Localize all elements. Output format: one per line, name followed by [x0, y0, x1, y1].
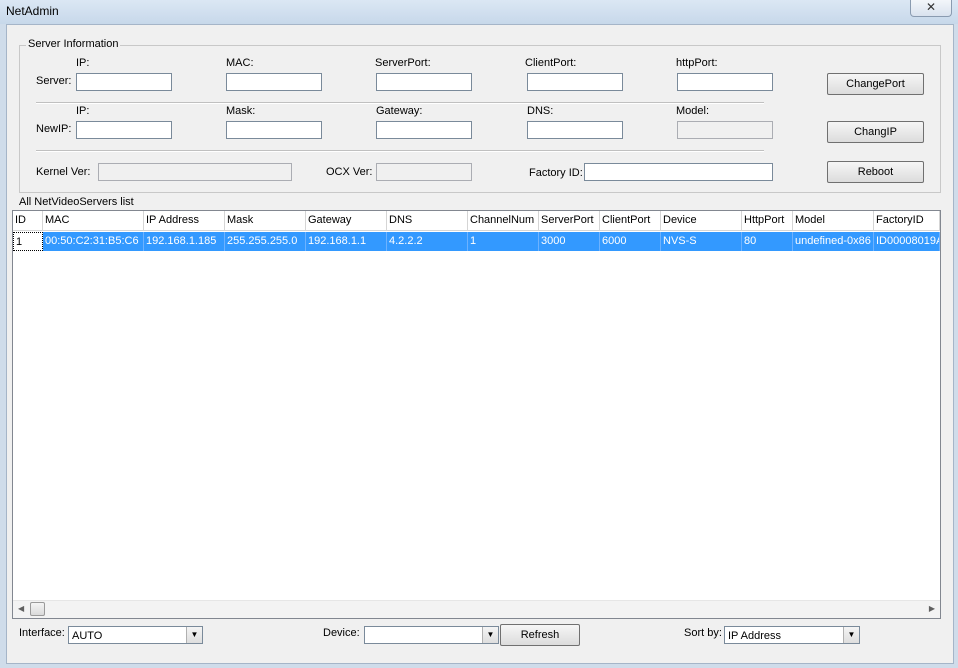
scroll-left-icon[interactable]: ◀	[18, 604, 24, 613]
kernel-ver-field	[98, 163, 292, 181]
change-ip-button[interactable]: ChangIP	[827, 121, 924, 143]
ocx-ver-label: OCX Ver:	[326, 166, 373, 178]
cell-id: 1	[13, 232, 43, 251]
title-bar: NetAdmin ✕	[0, 0, 958, 24]
col-model[interactable]: Model	[793, 211, 874, 231]
col-gateway[interactable]: Gateway	[306, 211, 387, 231]
cell-device: NVS-S	[661, 232, 742, 251]
server-ip-field[interactable]	[76, 73, 172, 91]
col-mask[interactable]: Mask	[225, 211, 306, 231]
window-title: NetAdmin	[6, 4, 59, 18]
cell-ip-address: 192.168.1.185	[144, 232, 225, 251]
col-channel-num[interactable]: ChannelNum	[468, 211, 539, 231]
kernel-ver-label: Kernel Ver:	[36, 166, 91, 178]
server-row-label: Server:	[36, 75, 72, 87]
server-list-header: ID MAC IP Address Mask Gateway DNS Chann…	[13, 211, 940, 231]
col-mac[interactable]: MAC	[43, 211, 144, 231]
server-mac-field[interactable]	[226, 73, 322, 91]
cell-dns: 4.2.2.2	[387, 232, 468, 251]
col-http-port[interactable]: HttpPort	[742, 211, 793, 231]
interface-label: Interface:	[19, 627, 65, 639]
refresh-button[interactable]: Refresh	[500, 624, 580, 646]
ocx-ver-field	[376, 163, 472, 181]
sortby-label: Sort by:	[684, 627, 722, 639]
col-id[interactable]: ID	[13, 211, 43, 231]
server-information-group: Server Information IP: MAC: ServerPort: …	[19, 38, 941, 193]
col-factory-id[interactable]: FactoryID	[874, 211, 940, 231]
sortby-value: IP Address	[728, 630, 781, 642]
device-label: Device:	[323, 627, 360, 639]
interface-value: AUTO	[72, 630, 103, 642]
client-port-label: ClientPort:	[525, 57, 577, 69]
server-mac-label: MAC:	[226, 57, 254, 69]
model-label: Model:	[676, 105, 710, 117]
reboot-button[interactable]: Reboot	[827, 161, 924, 183]
server-list-caption: All NetVideoServers list	[19, 196, 134, 208]
cell-mask: 255.255.255.0	[225, 232, 306, 251]
mask-field[interactable]	[226, 121, 322, 139]
http-port-field[interactable]	[677, 73, 773, 91]
newip-row-label: NewIP:	[36, 123, 72, 135]
col-server-port[interactable]: ServerPort	[539, 211, 600, 231]
cell-gateway: 192.168.1.1	[306, 232, 387, 251]
scrollbar-thumb[interactable]	[30, 602, 45, 616]
server-ip-label: IP:	[76, 57, 90, 69]
change-port-button[interactable]: ChangePort	[827, 73, 924, 95]
client-port-field[interactable]	[527, 73, 623, 91]
separator-1	[36, 102, 764, 104]
cell-server-port: 3000	[539, 232, 600, 251]
cell-http-port: 80	[742, 232, 793, 251]
chevron-down-icon[interactable]: ▼	[843, 627, 859, 643]
cell-channel-num: 1	[468, 232, 539, 251]
dns-label: DNS:	[527, 105, 554, 117]
chevron-down-icon[interactable]: ▼	[482, 627, 498, 643]
scroll-right-icon[interactable]: ▶	[929, 604, 935, 613]
cell-model: undefined-0x86	[793, 232, 874, 251]
new-ip-label: IP:	[76, 105, 90, 117]
server-list[interactable]: ID MAC IP Address Mask Gateway DNS Chann…	[12, 210, 941, 619]
new-ip-field[interactable]	[76, 121, 172, 139]
table-row[interactable]: 1 00:50:C2:31:B5:C6 192.168.1.185 255.25…	[13, 232, 940, 251]
col-device[interactable]: Device	[661, 211, 742, 231]
gateway-field[interactable]	[376, 121, 472, 139]
model-field	[677, 121, 773, 139]
interface-select[interactable]: AUTO ▼	[68, 626, 203, 644]
cell-client-port: 6000	[600, 232, 661, 251]
dns-field[interactable]	[527, 121, 623, 139]
cell-factory-id: ID00008019A	[874, 232, 940, 251]
sortby-select[interactable]: IP Address ▼	[724, 626, 860, 644]
close-icon[interactable]: ✕	[910, 0, 952, 17]
col-ip-address[interactable]: IP Address	[144, 211, 225, 231]
server-port-label: ServerPort:	[375, 57, 431, 69]
horizontal-scrollbar[interactable]: ◀ ▶	[13, 600, 940, 618]
server-information-title: Server Information	[26, 38, 121, 50]
gateway-label: Gateway:	[376, 105, 423, 117]
col-client-port[interactable]: ClientPort	[600, 211, 661, 231]
device-select[interactable]: ▼	[364, 626, 499, 644]
separator-2	[36, 150, 764, 152]
server-port-field[interactable]	[376, 73, 472, 91]
dialog-client-area: Server Information IP: MAC: ServerPort: …	[6, 24, 954, 664]
mask-label: Mask:	[226, 105, 256, 117]
factory-id-field[interactable]	[584, 163, 773, 181]
chevron-down-icon[interactable]: ▼	[186, 627, 202, 643]
http-port-label: httpPort:	[676, 57, 718, 69]
cell-mac: 00:50:C2:31:B5:C6	[43, 232, 144, 251]
factory-id-label: Factory ID:	[529, 167, 583, 179]
col-dns[interactable]: DNS	[387, 211, 468, 231]
